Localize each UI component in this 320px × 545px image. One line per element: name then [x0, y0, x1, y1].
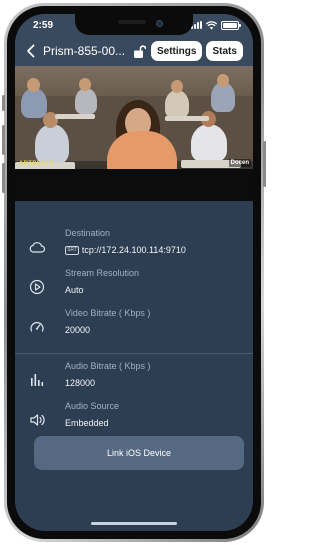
video-watermark-left: ARTBEATS	[19, 161, 54, 167]
side-button-mute	[2, 95, 5, 111]
video-scene-desk	[165, 116, 209, 121]
lock-button[interactable]	[131, 41, 147, 61]
home-indicator[interactable]	[91, 522, 177, 525]
audio-source-row: Audio Source Embedded	[15, 400, 253, 440]
nav-bar: Prism-855-00... Settings Stats	[15, 36, 253, 66]
unlock-icon	[133, 44, 146, 58]
speaker-grille	[118, 20, 146, 24]
audio-levels-icon	[29, 372, 45, 388]
status-icons	[191, 20, 241, 30]
resolution-row: Stream Resolution Auto	[15, 267, 253, 307]
audio-source-label: Audio Source	[65, 401, 120, 411]
video-scene-student-head	[171, 80, 183, 93]
side-button-volume-up	[2, 125, 5, 155]
video-watermark-right: Docen	[228, 159, 251, 167]
video-scene-student	[165, 90, 189, 118]
speaker-icon	[29, 412, 45, 428]
settings-button[interactable]: Settings	[151, 41, 203, 61]
link-ios-device-button[interactable]: Link iOS Device	[34, 436, 244, 470]
destination-label: Destination	[65, 228, 111, 238]
video-bitrate-value: 20000	[65, 325, 91, 335]
video-letterbox	[15, 169, 253, 201]
video-scene-student-head	[79, 78, 91, 91]
resolution-label: Stream Resolution	[65, 268, 140, 278]
side-button-volume-down	[2, 163, 5, 193]
video-preview[interactable]: ARTBEATS Docen	[15, 66, 253, 201]
audio-bitrate-value: 128000	[65, 378, 96, 388]
device-title: Prism-855-00...	[43, 44, 126, 58]
back-button[interactable]	[23, 41, 37, 61]
video-scene-student-head	[27, 78, 40, 92]
front-camera	[156, 20, 163, 27]
status-time: 2:59	[33, 19, 54, 31]
audio-source-value: Embedded	[65, 418, 109, 428]
video-bitrate-row: Video Bitrate ( Kbps ) 20000	[15, 307, 253, 347]
video-scene-student	[21, 88, 47, 118]
audio-bitrate-row: Audio Bitrate ( Kbps ) 128000	[15, 360, 253, 400]
phone-frame: 2:59 Prism-855-00... Settings Stats ARTB…	[2, 3, 266, 542]
destination-value-wrap: SRT tcp://172.24.100.114:9710	[65, 244, 253, 256]
notch	[75, 14, 193, 35]
chevron-left-icon	[26, 44, 34, 58]
video-bitrate-label: Video Bitrate ( Kbps )	[65, 308, 151, 318]
gauge-icon	[29, 319, 45, 335]
audio-bitrate-label: Audio Bitrate ( Kbps )	[65, 361, 151, 371]
side-button-power	[263, 141, 266, 187]
resolution-value: Auto	[65, 285, 84, 295]
stats-button[interactable]: Stats	[206, 41, 243, 61]
device-bezel: 2:59 Prism-855-00... Settings Stats ARTB…	[7, 6, 261, 539]
battery-icon	[221, 20, 241, 30]
cloud-icon	[29, 239, 45, 255]
video-scene-student	[191, 124, 227, 162]
stream-info: Destination SRT tcp://172.24.100.114:971…	[15, 227, 253, 440]
wifi-icon	[206, 20, 217, 29]
destination-row: Destination SRT tcp://172.24.100.114:971…	[15, 227, 253, 267]
play-circle-icon	[29, 279, 45, 295]
protocol-badge: SRT	[65, 245, 79, 255]
video-scene-student	[35, 124, 69, 164]
video-scene-desk	[55, 114, 95, 119]
app-screen: 2:59 Prism-855-00... Settings Stats ARTB…	[15, 14, 253, 531]
video-scene-student	[75, 88, 97, 114]
destination-value: tcp://172.24.100.114:9710	[81, 245, 186, 255]
video-scene-student-head	[217, 74, 229, 87]
